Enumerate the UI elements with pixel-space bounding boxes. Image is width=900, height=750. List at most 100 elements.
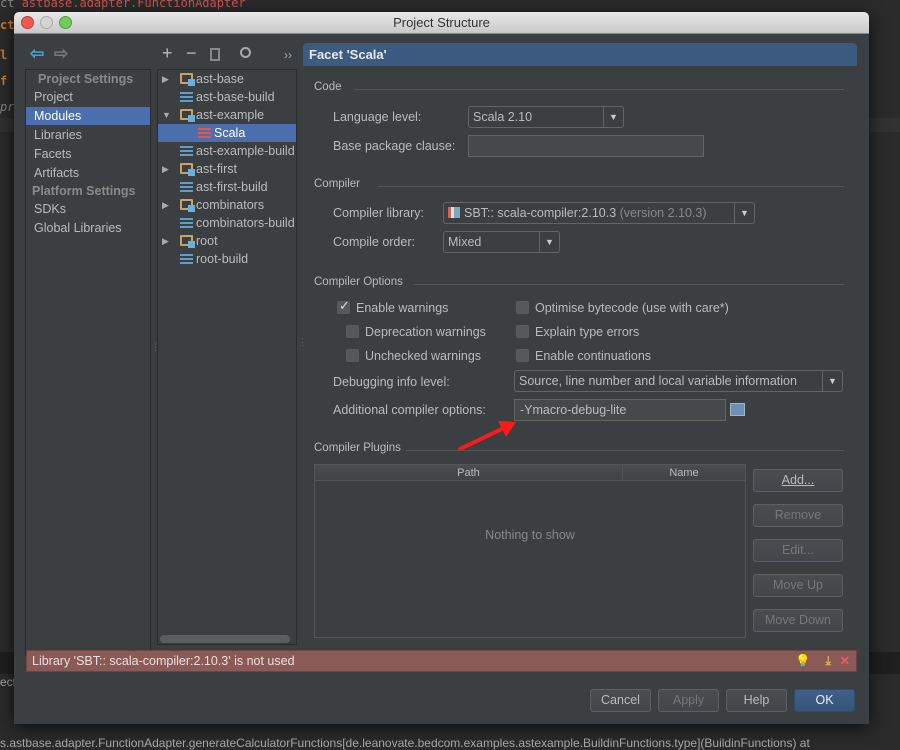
nav-item-sdks[interactable]: SDKs	[26, 200, 150, 218]
remove-icon[interactable]: −	[186, 43, 197, 64]
horizontal-scrollbar[interactable]	[160, 635, 290, 643]
apply-button[interactable]: Apply	[658, 689, 719, 712]
download-icon[interactable]: ⤓	[825, 651, 831, 671]
cancel-button[interactable]: Cancel	[590, 689, 651, 712]
additional-options-input[interactable]: -Ymacro-debug-lite	[514, 399, 726, 421]
tree-item[interactable]: ▶ combinators	[158, 196, 296, 214]
compile-order-select[interactable]: Mixed ▼	[443, 231, 560, 253]
optimise-bytecode-label[interactable]: Optimise bytecode (use with care*)	[535, 301, 729, 315]
compiler-library-label: Compiler library:	[333, 206, 424, 220]
facet-header: Facet 'Scala'	[303, 43, 857, 66]
nav-item-modules[interactable]: Modules	[26, 107, 150, 125]
explain-type-errors-label[interactable]: Explain type errors	[535, 325, 639, 339]
compiler-library-select[interactable]: SBT:: scala-compiler:2.10.3 (version 2.1…	[443, 202, 755, 224]
enable-warnings-checkbox[interactable]: ✓	[337, 298, 350, 314]
chevron-down-icon: ▼	[822, 371, 842, 391]
base-package-input[interactable]	[468, 135, 704, 157]
enable-warnings-label[interactable]: Enable warnings	[356, 301, 448, 315]
language-level-select[interactable]: Scala 2.10 ▼	[468, 106, 624, 128]
additional-options-label: Additional compiler options:	[333, 403, 486, 417]
module-tree: ▶ ast-base ast-base-build ▼ ast-example Sc…	[157, 69, 297, 645]
window-title: Project Structure	[393, 15, 490, 30]
zoom-window-button[interactable]	[59, 16, 72, 29]
tree-item-selected[interactable]: Scala	[158, 124, 296, 142]
copy-icon[interactable]	[210, 48, 220, 61]
tree-item[interactable]: ▶ ast-first	[158, 160, 296, 178]
unchecked-warnings-checkbox[interactable]	[346, 349, 359, 362]
expand-icon[interactable]: ▶	[162, 196, 169, 214]
expand-icon[interactable]: ▶	[162, 160, 169, 178]
tree-item[interactable]: ▶ ast-base	[158, 70, 296, 88]
tree-item[interactable]: ▶ root	[158, 232, 296, 250]
nav-item-project[interactable]: Project	[26, 88, 150, 106]
splitter-handle[interactable]: ⋮	[298, 337, 307, 348]
nav-item-libraries[interactable]: Libraries	[26, 126, 150, 144]
debugging-level-label: Debugging info level:	[333, 375, 450, 389]
tree-item[interactable]: combinators-build	[158, 214, 296, 232]
module-folder-icon	[180, 235, 195, 248]
explain-type-errors-checkbox[interactable]	[516, 325, 529, 338]
deprecation-warnings-checkbox[interactable]	[346, 325, 359, 338]
add-icon[interactable]: +	[162, 43, 173, 64]
add-plugin-button[interactable]: Add...	[753, 469, 843, 492]
scala-facet-icon	[198, 128, 211, 139]
debugging-level-select[interactable]: Source, line number and local variable i…	[514, 370, 843, 392]
tree-item[interactable]: ▼ ast-example	[158, 106, 296, 124]
error-bar: Library 'SBT:: scala-compiler:2.10.3' is…	[26, 650, 857, 672]
build-module-icon	[180, 182, 193, 193]
search-icon[interactable]	[240, 47, 251, 58]
expand-icon[interactable]: ▶	[162, 70, 169, 88]
annotation-arrow	[458, 421, 516, 451]
language-level-label: Language level:	[333, 110, 422, 124]
expand-text-icon[interactable]	[730, 403, 745, 416]
chevron-down-icon: ▼	[603, 107, 623, 127]
deprecation-warnings-label[interactable]: Deprecation warnings	[365, 325, 486, 339]
build-module-icon	[180, 92, 193, 103]
more-icon[interactable]: ››	[284, 48, 292, 62]
back-icon[interactable]: ⇦	[30, 44, 44, 64]
move-up-button[interactable]: Move Up	[753, 574, 843, 597]
empty-table-text: Nothing to show	[485, 528, 575, 542]
build-module-icon	[180, 218, 193, 229]
column-header-name[interactable]: Name	[623, 465, 745, 481]
compiler-section-title: Compiler	[314, 178, 361, 190]
console-line: s.astbase.adapter.FunctionAdapter.genera…	[0, 736, 810, 750]
compiler-plugins-section-title: Compiler Plugins	[314, 442, 401, 454]
close-icon[interactable]: ✕	[840, 651, 850, 671]
build-module-icon	[180, 254, 193, 265]
chevron-down-icon: ▼	[734, 203, 754, 223]
minimize-window-button[interactable]	[40, 16, 53, 29]
enable-continuations-label[interactable]: Enable continuations	[535, 349, 651, 363]
lightbulb-icon[interactable]: 💡	[795, 651, 811, 671]
settings-nav: Project Settings Project Modules Librari…	[25, 69, 151, 656]
code-section-title: Code	[314, 81, 342, 93]
forward-icon[interactable]: ⇨	[54, 44, 68, 64]
nav-item-facets[interactable]: Facets	[26, 145, 150, 163]
nav-item-global-libraries[interactable]: Global Libraries	[26, 219, 150, 237]
project-settings-header: Project Settings	[38, 72, 134, 86]
module-folder-icon	[180, 73, 195, 86]
tree-item[interactable]: root-build	[158, 250, 296, 268]
tree-item[interactable]: ast-base-build	[158, 88, 296, 106]
project-structure-dialog: Project Structure ⇦ ⇨ Project Settings P…	[14, 12, 869, 724]
tree-item[interactable]: ast-example-build	[158, 142, 296, 160]
plugins-table: Path Name Nothing to show	[314, 464, 746, 638]
move-down-button[interactable]: Move Down	[753, 609, 843, 632]
collapse-icon[interactable]: ▼	[162, 106, 171, 124]
optimise-bytecode-checkbox[interactable]	[516, 301, 529, 314]
column-header-path[interactable]: Path	[315, 465, 623, 481]
nav-item-artifacts[interactable]: Artifacts	[26, 164, 150, 182]
tree-item[interactable]: ast-first-build	[158, 178, 296, 196]
library-icon	[448, 207, 460, 218]
base-package-label: Base package clause:	[333, 139, 456, 153]
remove-plugin-button[interactable]: Remove	[753, 504, 843, 527]
ok-button[interactable]: OK	[794, 689, 855, 712]
editor-gutter: ct	[0, 18, 15, 32]
error-message: Library 'SBT:: scala-compiler:2.10.3' is…	[32, 654, 295, 668]
edit-plugin-button[interactable]: Edit...	[753, 539, 843, 562]
close-window-button[interactable]	[21, 16, 34, 29]
enable-continuations-checkbox[interactable]	[516, 349, 529, 362]
unchecked-warnings-label[interactable]: Unchecked warnings	[365, 349, 481, 363]
expand-icon[interactable]: ▶	[162, 232, 169, 250]
help-button[interactable]: Help	[726, 689, 787, 712]
